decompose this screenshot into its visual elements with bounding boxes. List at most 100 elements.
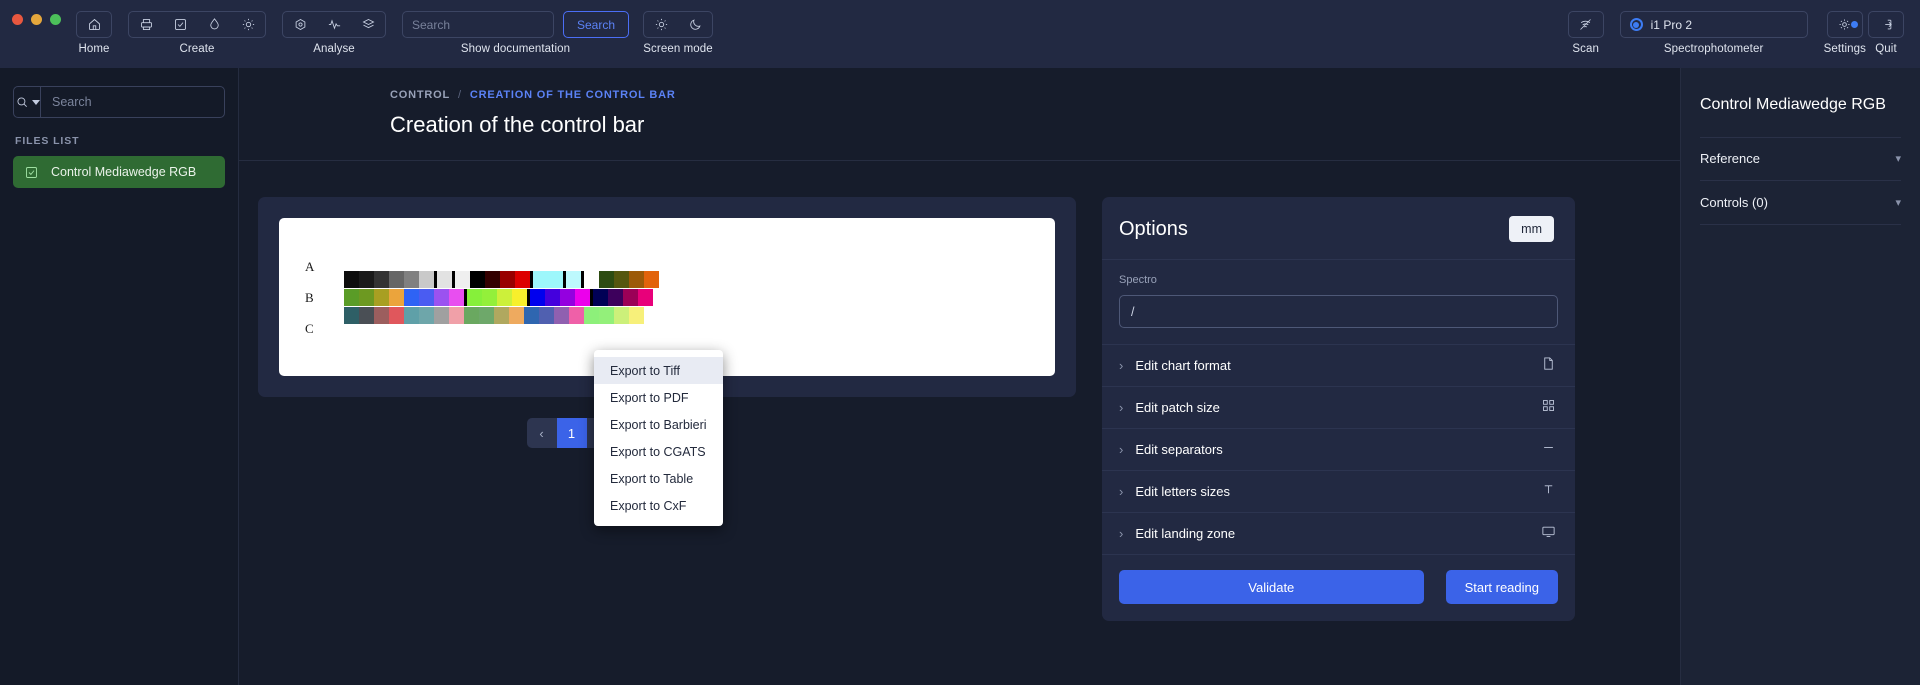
color-patch — [599, 306, 615, 324]
toolbar-label-analyse: Analyse — [313, 43, 355, 55]
color-patch — [623, 288, 639, 306]
minus-icon — [1541, 440, 1556, 460]
color-patch — [545, 288, 561, 306]
color-patch — [575, 288, 591, 306]
top-toolbar: Home Create Analyse Search Search Show d… — [0, 0, 1920, 68]
options-panel: Options mm Spectro › Edit chart format ›… — [1102, 197, 1575, 621]
color-patch — [449, 288, 465, 306]
accordion-edit-chart-format[interactable]: › Edit chart format — [1102, 344, 1575, 386]
chevron-right-icon: › — [1119, 484, 1124, 499]
maximize-window-button[interactable] — [50, 14, 61, 25]
options-title: Options — [1119, 217, 1188, 240]
accordion-edit-landing-zone[interactable]: › Edit landing zone — [1102, 512, 1575, 554]
row-letter-column: A B C — [305, 258, 314, 337]
color-patch-grid — [344, 270, 660, 324]
export-menu-item[interactable]: Export to CxF — [594, 492, 723, 519]
right-panel-section-controls[interactable]: Controls (0) ▾ — [1700, 181, 1901, 225]
color-patch — [470, 270, 486, 288]
color-patch — [533, 270, 549, 288]
light-mode-sun-icon[interactable] — [644, 12, 678, 37]
color-patch — [509, 306, 525, 324]
documentation-search-input[interactable] — [402, 11, 554, 38]
search-filter-dropdown-button[interactable] — [14, 87, 41, 117]
target-icon[interactable] — [283, 12, 317, 37]
color-patch — [638, 288, 654, 306]
accordion-edit-patch-size[interactable]: › Edit patch size — [1102, 386, 1575, 428]
color-patch — [485, 270, 501, 288]
chevron-down-icon: ▾ — [1895, 196, 1901, 209]
right-panel-section-reference[interactable]: Reference ▾ — [1700, 136, 1901, 181]
color-patch — [389, 288, 405, 306]
minimize-window-button[interactable] — [31, 14, 42, 25]
color-patch — [629, 270, 645, 288]
toolbar-label-home: Home — [78, 43, 110, 55]
pulse-icon[interactable] — [317, 12, 351, 37]
color-patch — [539, 306, 555, 324]
documentation-label: Show documentation — [460, 43, 571, 55]
color-patch — [419, 270, 435, 288]
color-patch — [629, 306, 645, 324]
screen-mode-label: Screen mode — [643, 43, 713, 55]
accordion-edit-separators[interactable]: › Edit separators — [1102, 428, 1575, 470]
color-patch — [359, 270, 375, 288]
sidebar-search-input[interactable] — [41, 87, 224, 117]
color-patch — [419, 288, 435, 306]
color-patch — [497, 288, 513, 306]
toolbar-group-analyse: Analyse — [282, 0, 386, 55]
document-icon — [1541, 356, 1556, 376]
color-patch — [374, 306, 390, 324]
radio-selected-icon — [1629, 18, 1643, 31]
printer-icon[interactable] — [129, 12, 163, 37]
color-patch — [374, 288, 390, 306]
color-patch — [437, 270, 453, 288]
toolbar-group-spectrophotometer: i1 Pro 2 Spectrophotometer — [1619, 0, 1808, 55]
export-menu-item[interactable]: Export to Tiff — [594, 357, 723, 384]
color-patch — [434, 288, 450, 306]
exit-icon[interactable] — [1869, 12, 1903, 37]
color-patch — [374, 270, 390, 288]
pagination-page-1[interactable]: 1 — [556, 418, 587, 448]
pagination-prev-button[interactable]: ‹ — [526, 418, 557, 448]
color-patch — [344, 270, 360, 288]
color-patch — [404, 306, 420, 324]
documentation-search-button[interactable]: Search — [563, 11, 630, 38]
file-list-item-control-mediawedge-rgb[interactable]: Control Mediawedge RGB — [13, 156, 225, 188]
color-patch — [608, 288, 624, 306]
export-menu-item[interactable]: Export to PDF — [594, 384, 723, 411]
layers-icon[interactable] — [351, 12, 385, 37]
accordion-edit-letters-sizes[interactable]: › Edit letters sizes — [1102, 470, 1575, 512]
left-sidebar: FILES LIST Control Mediawedge RGB — [0, 68, 239, 685]
color-patch — [464, 306, 480, 324]
main-content: CONTROL / CREATION OF THE CONTROL BAR Cr… — [239, 68, 1680, 685]
color-patch — [548, 270, 564, 288]
sun-icon[interactable] — [231, 12, 265, 37]
patch-row-c — [344, 306, 659, 324]
droplet-icon[interactable] — [197, 12, 231, 37]
toolbar-group-create: Create — [128, 0, 266, 55]
export-menu-item[interactable]: Export to Table — [594, 465, 723, 492]
validate-button[interactable]: Validate — [1119, 570, 1424, 604]
color-patch — [389, 270, 405, 288]
home-icon[interactable] — [77, 12, 111, 37]
start-reading-button[interactable]: Start reading — [1445, 570, 1558, 604]
unit-toggle-button[interactable]: mm — [1509, 216, 1554, 242]
color-patch — [419, 306, 435, 324]
dark-mode-moon-icon[interactable] — [678, 12, 712, 37]
spectrophotometer-select[interactable]: i1 Pro 2 — [1619, 11, 1808, 38]
checklist-icon[interactable] — [163, 12, 197, 37]
color-patch — [599, 270, 615, 288]
color-patch — [482, 288, 498, 306]
export-menu-item[interactable]: Export to Barbieri — [594, 411, 723, 438]
checklist-icon — [26, 166, 37, 178]
color-patch — [359, 288, 375, 306]
scan-off-icon[interactable] — [1569, 12, 1603, 37]
export-menu-item[interactable]: Export to CGATS — [594, 438, 723, 465]
spectro-input[interactable] — [1119, 295, 1558, 328]
color-patch — [515, 270, 531, 288]
close-window-button[interactable] — [12, 14, 23, 25]
breadcrumb-parent[interactable]: CONTROL — [390, 89, 450, 101]
chevron-right-icon: › — [1119, 526, 1124, 541]
color-patch — [449, 306, 465, 324]
color-patch — [614, 306, 630, 324]
toolbar-group-screen-mode: Screen mode — [643, 0, 714, 55]
